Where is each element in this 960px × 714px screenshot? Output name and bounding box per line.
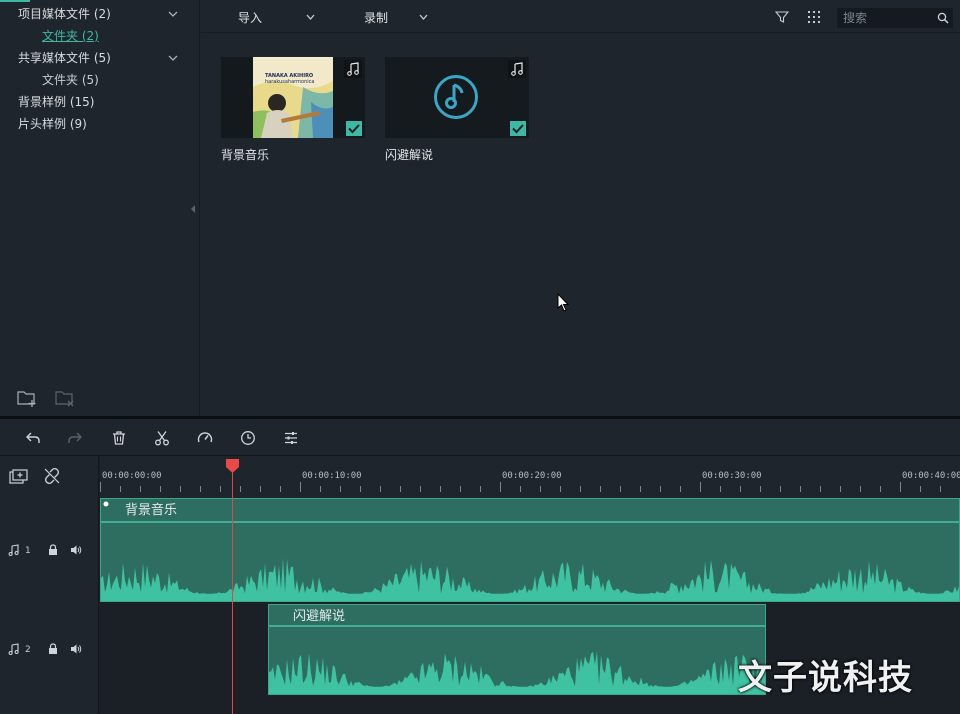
- volume-line[interactable]: [269, 625, 765, 627]
- media-thumbnail: TANAKA AKIHIRO harakusaharmonica: [221, 57, 365, 138]
- media-item[interactable]: TANAKA AKIHIRO harakusaharmonica 背景音乐: [221, 57, 365, 163]
- waveform: [101, 558, 959, 601]
- audio-clip[interactable]: 背景音乐: [100, 498, 960, 602]
- checkmark-icon[interactable]: [346, 121, 362, 136]
- music-note-icon: [508, 60, 526, 78]
- waveform: [269, 651, 765, 694]
- collapse-panel-icon[interactable]: [189, 204, 197, 214]
- tree-item-project-media[interactable]: 项目媒体文件 (2): [18, 4, 111, 24]
- media-library-panel: 项目媒体文件 (2) 文件夹 (2) 共享媒体文件 (5) 文件夹 (5) 背景…: [0, 0, 960, 416]
- waveform-path: [269, 651, 765, 694]
- tree-item-background-samples[interactable]: 背景样例 (15): [18, 92, 94, 112]
- lock-icon[interactable]: [47, 643, 59, 655]
- album-art: TANAKA AKIHIRO harakusaharmonica: [253, 57, 333, 138]
- mouse-cursor-icon: [557, 293, 570, 312]
- new-folder-icon[interactable]: [16, 388, 38, 408]
- music-disc-icon: [434, 75, 478, 119]
- media-folder-sidebar: 项目媒体文件 (2) 文件夹 (2) 共享媒体文件 (5) 文件夹 (5) 背景…: [0, 0, 200, 416]
- checkmark-icon[interactable]: [510, 121, 526, 136]
- clip-name: 闪避解说: [293, 609, 346, 624]
- delete-folder-icon[interactable]: [54, 388, 76, 408]
- record-dropdown[interactable]: 录制: [364, 0, 434, 33]
- grid-view-icon[interactable]: [807, 10, 821, 24]
- clip-marker-icon: [103, 501, 109, 507]
- media-item-label: 闪避解说: [385, 148, 434, 162]
- redo-icon[interactable]: [67, 430, 83, 446]
- volume-line[interactable]: [101, 521, 959, 523]
- search-icon[interactable]: [937, 12, 949, 24]
- track-lane-1[interactable]: 背景音乐: [100, 498, 960, 604]
- unlink-icon[interactable]: [44, 468, 60, 484]
- media-item[interactable]: 闪避解说: [385, 57, 529, 163]
- tree-item-title-samples[interactable]: 片头样例 (9): [18, 114, 87, 134]
- chevron-down-icon: [306, 14, 315, 20]
- audio-clip[interactable]: 闪避解说: [268, 604, 766, 695]
- ruler-label: 00:00:40:00: [902, 471, 960, 481]
- search-box: [837, 8, 953, 28]
- undo-icon[interactable]: [25, 430, 41, 446]
- watermark-text: 文子说科技: [738, 658, 913, 698]
- track-number: 2: [25, 645, 31, 655]
- ruler-label: 00:00:30:00: [702, 471, 762, 481]
- active-indicator: [0, 0, 30, 2]
- import-label: 导入: [238, 11, 263, 25]
- chevron-down-icon: [419, 14, 428, 20]
- cut-icon[interactable]: [154, 430, 170, 446]
- adjust-icon[interactable]: [283, 430, 299, 446]
- media-toolbar: 导入 录制: [201, 0, 960, 33]
- chevron-down-icon[interactable]: [168, 9, 178, 19]
- filter-icon[interactable]: [775, 10, 789, 24]
- ruler-label: 00:00:00:00: [102, 471, 162, 481]
- ruler-label: 00:00:10:00: [302, 471, 362, 481]
- media-item-label: 背景音乐: [221, 148, 270, 162]
- track-number: 1: [25, 546, 31, 556]
- add-track-icon[interactable]: [9, 469, 29, 485]
- search-input[interactable]: [843, 9, 931, 27]
- playhead-line[interactable]: [232, 470, 233, 714]
- track-header-2: 2: [0, 604, 99, 696]
- album-art-image: [253, 57, 333, 138]
- tree-item-project-folder[interactable]: 文件夹 (2): [42, 26, 99, 46]
- import-dropdown[interactable]: 导入: [238, 0, 318, 33]
- music-note-icon: [8, 643, 19, 655]
- track-header-1: 1: [0, 498, 99, 604]
- chevron-down-icon[interactable]: [168, 53, 178, 63]
- music-note-icon: [8, 544, 19, 556]
- record-label: 录制: [364, 11, 389, 25]
- ruler-label: 00:00:20:00: [502, 471, 562, 481]
- duration-icon[interactable]: [240, 430, 256, 446]
- speed-icon[interactable]: [197, 430, 213, 446]
- track-header-empty: [0, 696, 99, 714]
- lock-icon[interactable]: [47, 544, 59, 556]
- album-title-text: harakusaharmonica: [265, 79, 315, 85]
- tree-item-shared-media[interactable]: 共享媒体文件 (5): [18, 48, 111, 68]
- clip-name: 背景音乐: [125, 503, 178, 518]
- timeline-header-controls: [0, 456, 99, 498]
- playhead-handle[interactable]: [225, 458, 240, 474]
- music-note-icon: [344, 60, 362, 78]
- media-browser: 导入 录制 搜索 TANAKA AKIHIRO harakusaharmonic…: [201, 0, 960, 416]
- waveform-path: [101, 558, 959, 601]
- edit-toolbar: [0, 419, 960, 456]
- delete-icon[interactable]: [111, 430, 127, 446]
- tree-item-shared-folder[interactable]: 文件夹 (5): [42, 70, 99, 90]
- volume-icon[interactable]: [70, 643, 82, 655]
- volume-icon[interactable]: [70, 544, 82, 556]
- media-thumbnail: [385, 57, 529, 138]
